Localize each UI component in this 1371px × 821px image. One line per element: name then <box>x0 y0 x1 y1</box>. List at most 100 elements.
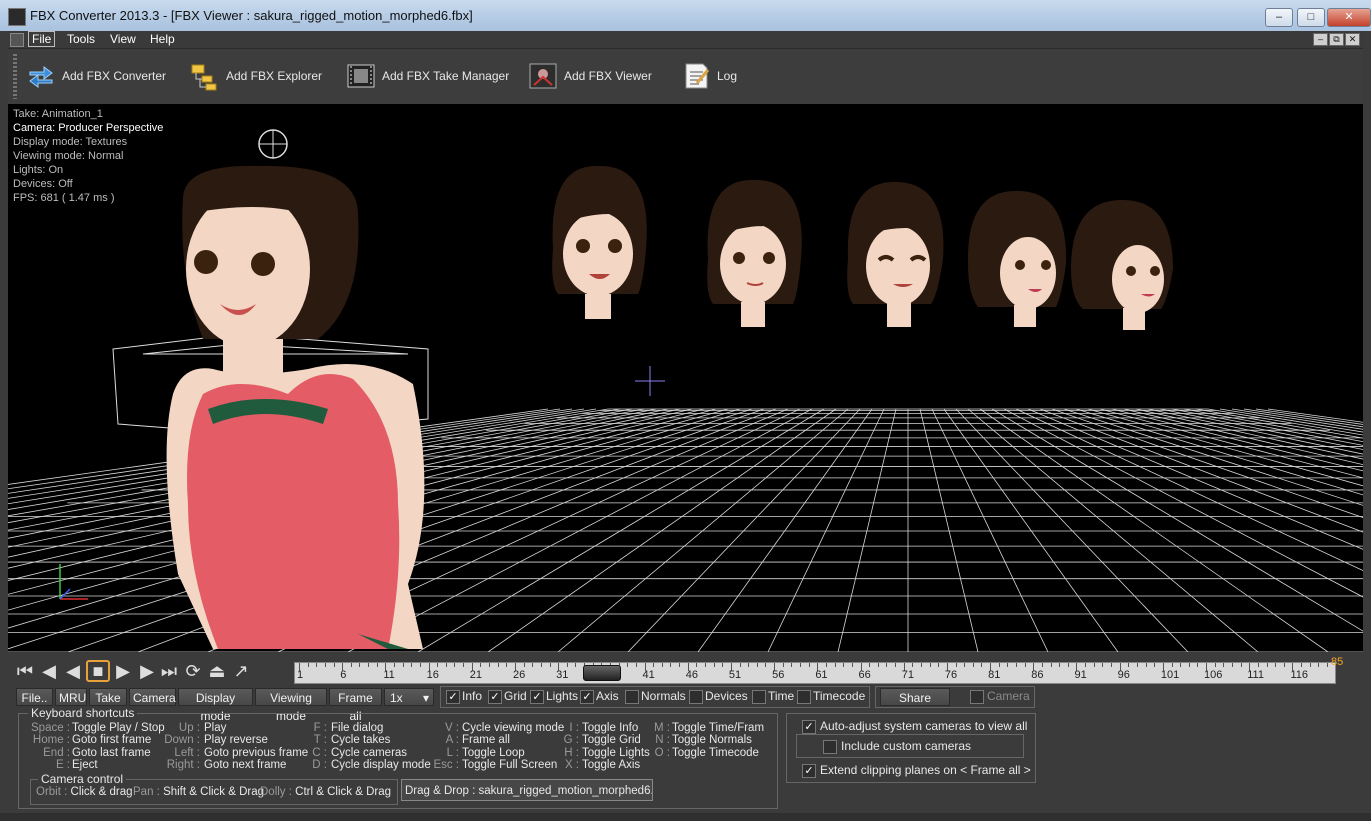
maximize-button[interactable]: □ <box>1297 8 1325 27</box>
shortcut-action-cell: Goto next frame <box>204 759 286 771</box>
toggle-grid-checkbox[interactable]: ✓ <box>488 690 502 704</box>
shortcut-key-cell: A : <box>446 734 459 746</box>
shortcut-action-cell: Cycle takes <box>331 734 390 746</box>
add-fbx-viewer-button[interactable]: Add FBX Viewer <box>528 59 652 93</box>
timeline-tick-label: 26 <box>512 669 526 681</box>
shortcut-action: Cycle viewing mode <box>462 722 565 734</box>
shortcut-key-cell: C : <box>312 747 327 759</box>
display-mode-button[interactable]: Display mode <box>178 688 253 723</box>
add-fbx-explorer-button[interactable]: Add FBX Explorer <box>190 59 322 93</box>
shortcut-key-cell: End : <box>43 747 70 759</box>
auto-adjust-checkbox[interactable]: ✓ <box>802 720 816 734</box>
close-button[interactable]: ✕ <box>1327 8 1371 27</box>
take-button[interactable]: Take <box>89 688 127 706</box>
eject-icon[interactable]: ⏏ <box>206 660 228 682</box>
camera-toggle-checkbox[interactable] <box>970 690 984 704</box>
toggle-devices-checkbox[interactable] <box>689 690 703 704</box>
extend-clipping-checkbox[interactable]: ✓ <box>802 764 816 778</box>
toolbar-grip[interactable] <box>13 54 17 99</box>
toggle-timecode-checkbox[interactable] <box>797 690 811 704</box>
timeline-tick-label: 46 <box>685 669 698 681</box>
speed-value: 1x <box>390 691 403 705</box>
share-button[interactable]: Share <box>880 688 950 706</box>
camera-toggle-label: Camera <box>987 689 1030 703</box>
toggle-time-checkbox[interactable] <box>752 690 766 704</box>
timeline-tick <box>463 663 465 667</box>
menu-file[interactable]: File <box>28 31 56 47</box>
loop-icon[interactable]: ⟳ <box>182 660 204 682</box>
goto-first-frame-icon[interactable]: ⏮ <box>14 660 36 682</box>
toggle-normals-checkbox[interactable] <box>625 690 639 704</box>
play-icon[interactable]: ▶ <box>112 660 134 682</box>
grid-line <box>487 408 837 652</box>
timeline-tick <box>748 663 750 667</box>
fullscreen-icon[interactable]: ↗ <box>230 660 252 682</box>
menu-view[interactable]: View <box>107 32 139 46</box>
timeline-tick <box>1024 663 1026 667</box>
mdi-minimize-button[interactable]: – <box>1313 33 1328 46</box>
toggle-info-checkbox[interactable]: ✓ <box>446 690 460 704</box>
log-notepad-icon <box>685 63 710 89</box>
timeline-tick <box>419 663 421 667</box>
timeline-tick <box>324 663 326 667</box>
goto-last-frame-icon[interactable]: ⏭ <box>158 660 180 682</box>
timeline-tick <box>998 663 1000 667</box>
window-title: FBX Converter 2013.3 - [FBX Viewer : sak… <box>30 8 473 23</box>
timeline-slider[interactable]: 1611162126313641465156616671768186919610… <box>294 662 1336 684</box>
camera-button[interactable]: Camera <box>129 688 176 706</box>
timeline-tick <box>964 663 966 667</box>
shortcut-key-cell: T : <box>314 734 327 746</box>
shortcut-action-cell: Eject <box>72 759 98 771</box>
shortcut-key: Down : <box>164 734 200 747</box>
add-fbx-converter-button[interactable]: Add FBX Converter <box>26 59 166 93</box>
shortcut-action: Toggle Info <box>582 722 639 734</box>
frame-all-button[interactable]: Frame all <box>329 688 382 723</box>
timeline-thumb[interactable] <box>583 665 622 681</box>
timeline-tick <box>895 663 897 667</box>
timeline-tick <box>1171 663 1173 667</box>
shortcut-action: Cycle display mode <box>331 758 431 771</box>
character-model <box>112 129 429 649</box>
mdi-close-button[interactable]: ✕ <box>1345 33 1360 46</box>
next-frame-icon[interactable]: ▶︎ <box>136 660 158 682</box>
shortcut-key: C : <box>312 746 327 759</box>
timeline-tick <box>1102 663 1104 667</box>
add-fbx-viewer-label: Add FBX Viewer <box>564 69 652 83</box>
3d-viewport[interactable]: Take: Animation_1 Camera: Producer Persp… <box>8 104 1363 652</box>
mdi-restore-button[interactable]: ⧉ <box>1329 33 1344 46</box>
grid-line <box>1147 408 1363 455</box>
shortcut-key: L : <box>446 746 459 759</box>
menu-tools[interactable]: Tools <box>64 32 98 46</box>
toggle-axis-checkbox[interactable]: ✓ <box>580 690 594 704</box>
timeline-tick <box>532 663 534 667</box>
previous-frame-icon[interactable]: ◀︎ <box>38 660 60 682</box>
viewing-mode-button[interactable]: Viewing mode <box>255 688 327 723</box>
timeline-tick-label: 41 <box>642 669 655 681</box>
play-reverse-icon[interactable]: ◀ <box>62 660 84 682</box>
pan-shortcut: Pan : Shift & Click & Drag <box>133 786 264 798</box>
minimize-button[interactable]: – <box>1265 8 1293 27</box>
timeline-tick <box>981 663 983 667</box>
include-custom-checkbox[interactable] <box>823 740 837 754</box>
stop-icon[interactable]: ■ <box>86 660 110 682</box>
timeline-tick <box>1188 663 1190 667</box>
drag-drop-zone[interactable]: Drag & Drop : sakura_rigged_motion_morph… <box>401 779 653 801</box>
timeline-tick <box>359 663 361 667</box>
toggle-lights-checkbox[interactable]: ✓ <box>530 690 544 704</box>
menu-help[interactable]: Help <box>147 32 178 46</box>
shortcut-key: Right : <box>166 758 200 771</box>
timeline-tick-label: 71 <box>901 669 914 681</box>
grid-line <box>1123 408 1363 466</box>
timeline-tick <box>368 663 370 667</box>
shortcut-key: F : <box>313 722 327 734</box>
file-button[interactable]: File.. <box>16 688 53 706</box>
shortcut-key: D : <box>312 758 327 771</box>
add-fbx-take-manager-button[interactable]: Add FBX Take Manager <box>346 59 509 93</box>
timeline-tick-label: 6 <box>340 669 347 681</box>
shortcut-action-cell: Toggle Play / Stop <box>72 722 165 734</box>
mru-button[interactable]: MRU <box>55 688 87 706</box>
camera-control-title: Camera control <box>38 772 127 786</box>
timeline-tick <box>454 663 456 667</box>
log-button[interactable]: Log <box>681 59 737 93</box>
speed-select[interactable]: 1x ▾ <box>384 688 434 706</box>
